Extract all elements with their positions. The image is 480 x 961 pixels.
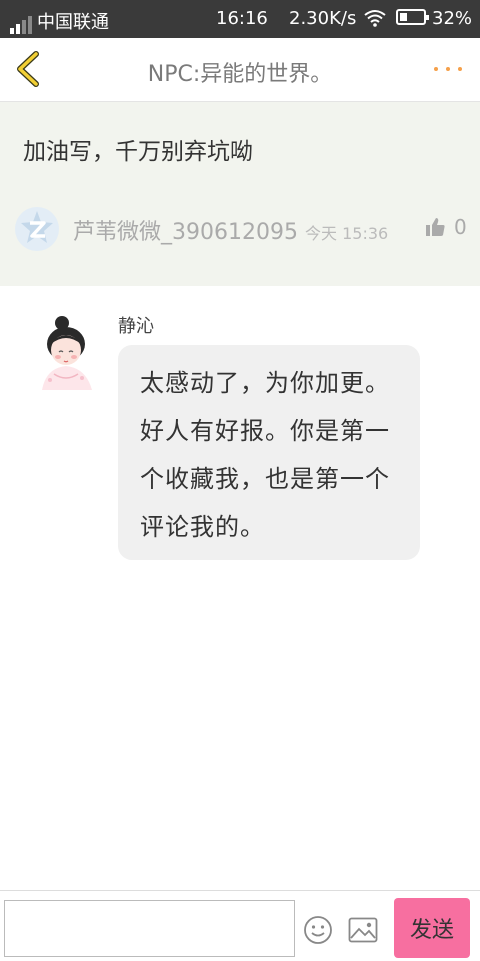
page-title: NPC:异能的世界。 bbox=[147, 62, 333, 87]
battery-icon bbox=[396, 9, 429, 25]
carrier-label: 中国联通 bbox=[37, 12, 109, 33]
reply-bubble: 太感动了，为你加更。好人有好报。你是第一个收藏我，也是第一个评论我的。 bbox=[118, 345, 420, 560]
reply-author: 静沁 bbox=[118, 316, 154, 337]
more-icon[interactable] bbox=[432, 54, 464, 84]
send-button[interactable]: 发送 bbox=[394, 898, 470, 958]
wifi-icon bbox=[364, 10, 386, 27]
clock: 16:16 bbox=[216, 8, 268, 29]
message-input[interactable] bbox=[4, 900, 295, 957]
thumbs-up-icon bbox=[426, 218, 445, 236]
like-button[interactable]: 0 bbox=[426, 215, 467, 239]
commenter-avatar[interactable] bbox=[14, 206, 60, 252]
status-bar: 中国联通 16:16 2.30K/s 32% bbox=[0, 0, 480, 38]
comment-time: 今天 15:36 bbox=[305, 224, 389, 243]
comment-card: 加油写，千万别弃坑呦 芦苇微微_390612095 今天 15:36 0 bbox=[0, 102, 480, 286]
network-speed: 2.30K/s bbox=[289, 8, 357, 29]
image-icon[interactable] bbox=[348, 917, 378, 943]
like-count: 0 bbox=[454, 215, 467, 239]
battery-percent: 32% bbox=[432, 8, 473, 29]
commenter-username[interactable]: 芦苇微微_390612095 bbox=[73, 214, 298, 246]
avatar[interactable] bbox=[36, 314, 100, 392]
emoji-icon[interactable] bbox=[303, 915, 333, 945]
comment-text: 加油写，千万别弃坑呦 bbox=[23, 139, 253, 165]
reply-text: 太感动了，为你加更。好人有好报。你是第一个收藏我，也是第一个评论我的。 bbox=[140, 369, 390, 541]
header: NPC:异能的世界。 bbox=[0, 38, 480, 102]
carrier-group: 中国联通 bbox=[10, 8, 109, 34]
signal-icon bbox=[10, 16, 32, 34]
input-bar: 发送 bbox=[0, 890, 480, 961]
